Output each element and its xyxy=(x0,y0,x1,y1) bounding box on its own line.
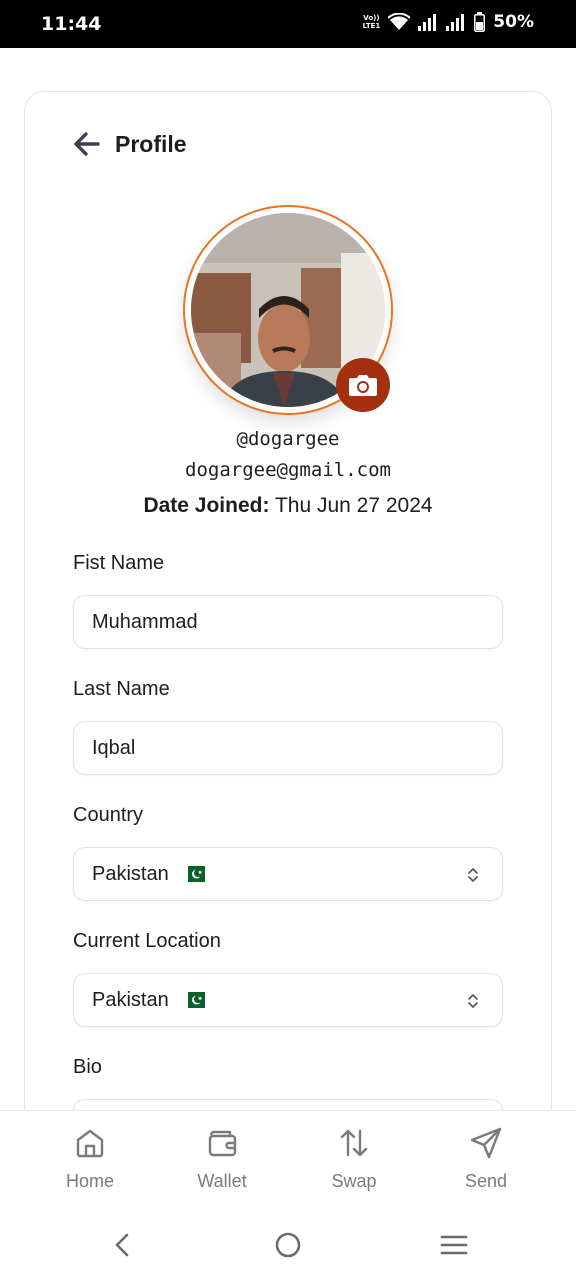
home-icon xyxy=(76,1129,104,1158)
nav-label-send: Send xyxy=(464,1171,508,1191)
system-nav-bar xyxy=(0,1210,576,1280)
current-location-select[interactable]: Pakistan xyxy=(73,973,503,1027)
send-icon xyxy=(470,1127,502,1159)
camera-icon xyxy=(349,375,377,396)
current-location-label: Current Location xyxy=(73,930,221,952)
nav-item-wallet[interactable]: Wallet xyxy=(156,1125,288,1192)
first-name-value: Muhammad xyxy=(92,610,198,633)
last-name-value: Iqbal xyxy=(92,736,136,759)
first-name-field[interactable]: Muhammad xyxy=(73,595,503,649)
current-location-value: Pakistan xyxy=(92,988,169,1011)
arrow-left-icon[interactable] xyxy=(72,129,102,159)
username: @dogargee xyxy=(236,428,340,450)
chevron-updown-icon xyxy=(468,868,478,882)
status-bar: 11:44 Vo)) LTE1 50% xyxy=(0,0,576,48)
battery-percent: 50% xyxy=(493,12,534,32)
country-value: Pakistan xyxy=(92,862,169,885)
country-select[interactable]: Pakistan xyxy=(73,847,503,901)
date-joined: Date Joined: Thu Jun 27 2024 xyxy=(0,494,576,518)
first-name-label: Fist Name xyxy=(73,552,165,574)
battery-icon xyxy=(474,12,486,32)
chevron-updown-icon xyxy=(468,994,478,1008)
status-icons: Vo)) LTE1 50% xyxy=(363,12,534,32)
date-joined-value: Thu Jun 27 2024 xyxy=(274,494,433,517)
signal-icon-2 xyxy=(446,14,465,31)
nav-label-home: Home xyxy=(65,1171,114,1191)
menu-icon[interactable] xyxy=(439,1230,469,1260)
page-header: Profile xyxy=(72,124,187,164)
bottom-nav: Home Wallet Swap Send xyxy=(0,1110,576,1210)
pakistan-flag-icon xyxy=(182,992,205,1008)
nav-item-swap[interactable]: Swap xyxy=(288,1125,420,1192)
nav-label-wallet: Wallet xyxy=(197,1171,247,1191)
volte-icon: Vo)) LTE1 xyxy=(362,14,381,30)
swap-icon xyxy=(340,1129,368,1157)
nav-label-swap: Swap xyxy=(331,1171,377,1191)
nav-item-home[interactable]: Home xyxy=(24,1125,156,1192)
wifi-icon xyxy=(388,13,411,30)
date-joined-label: Date Joined: xyxy=(143,494,270,517)
pakistan-flag-icon xyxy=(182,866,205,882)
nav-item-send[interactable]: Send xyxy=(420,1125,552,1192)
back-icon[interactable] xyxy=(108,1230,138,1260)
home-circle-icon[interactable] xyxy=(273,1230,303,1260)
status-time: 11:44 xyxy=(41,13,102,35)
page-title: Profile xyxy=(115,130,187,157)
last-name-field[interactable]: Iqbal xyxy=(73,721,503,775)
bio-label: Bio xyxy=(73,1056,102,1078)
email: dogargee@gmail.com xyxy=(185,459,391,481)
change-photo-button[interactable] xyxy=(336,358,390,412)
country-label: Country xyxy=(73,804,144,826)
last-name-label: Last Name xyxy=(73,678,170,700)
wallet-icon xyxy=(208,1130,237,1157)
signal-icon-1 xyxy=(418,14,437,31)
